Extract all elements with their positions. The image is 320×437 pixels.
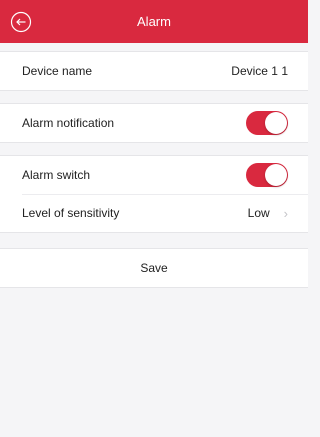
toggle-knob [265, 164, 287, 186]
device-name-row[interactable]: Device name Device 1 1 [0, 52, 308, 90]
save-section: Save [0, 248, 308, 288]
save-label: Save [140, 261, 168, 275]
header-bar: Alarm [0, 0, 308, 43]
device-name-section: Device name Device 1 1 [0, 51, 308, 91]
alarm-notification-row: Alarm notification [0, 104, 308, 142]
chevron-right-icon: › [283, 205, 288, 221]
page-title: Alarm [137, 14, 171, 29]
sensitivity-value: Low [247, 206, 270, 220]
sensitivity-label: Level of sensitivity [22, 206, 120, 220]
alarm-switch-toggle[interactable] [246, 163, 288, 187]
toggle-knob [265, 112, 287, 134]
notification-section: Alarm notification [0, 103, 308, 143]
alarm-settings-section: Alarm switch Level of sensitivity Low › [0, 155, 308, 233]
device-name-label: Device name [22, 64, 93, 78]
alarm-switch-label: Alarm switch [22, 168, 91, 182]
alarm-notification-toggle[interactable] [246, 111, 288, 135]
sensitivity-row[interactable]: Level of sensitivity Low › [0, 194, 308, 232]
alarm-notification-label: Alarm notification [22, 116, 115, 130]
save-button[interactable]: Save [0, 249, 308, 287]
device-name-value: Device 1 1 [231, 64, 288, 78]
alarm-switch-row: Alarm switch [0, 156, 308, 194]
back-arrow-circle-icon[interactable] [10, 11, 32, 33]
